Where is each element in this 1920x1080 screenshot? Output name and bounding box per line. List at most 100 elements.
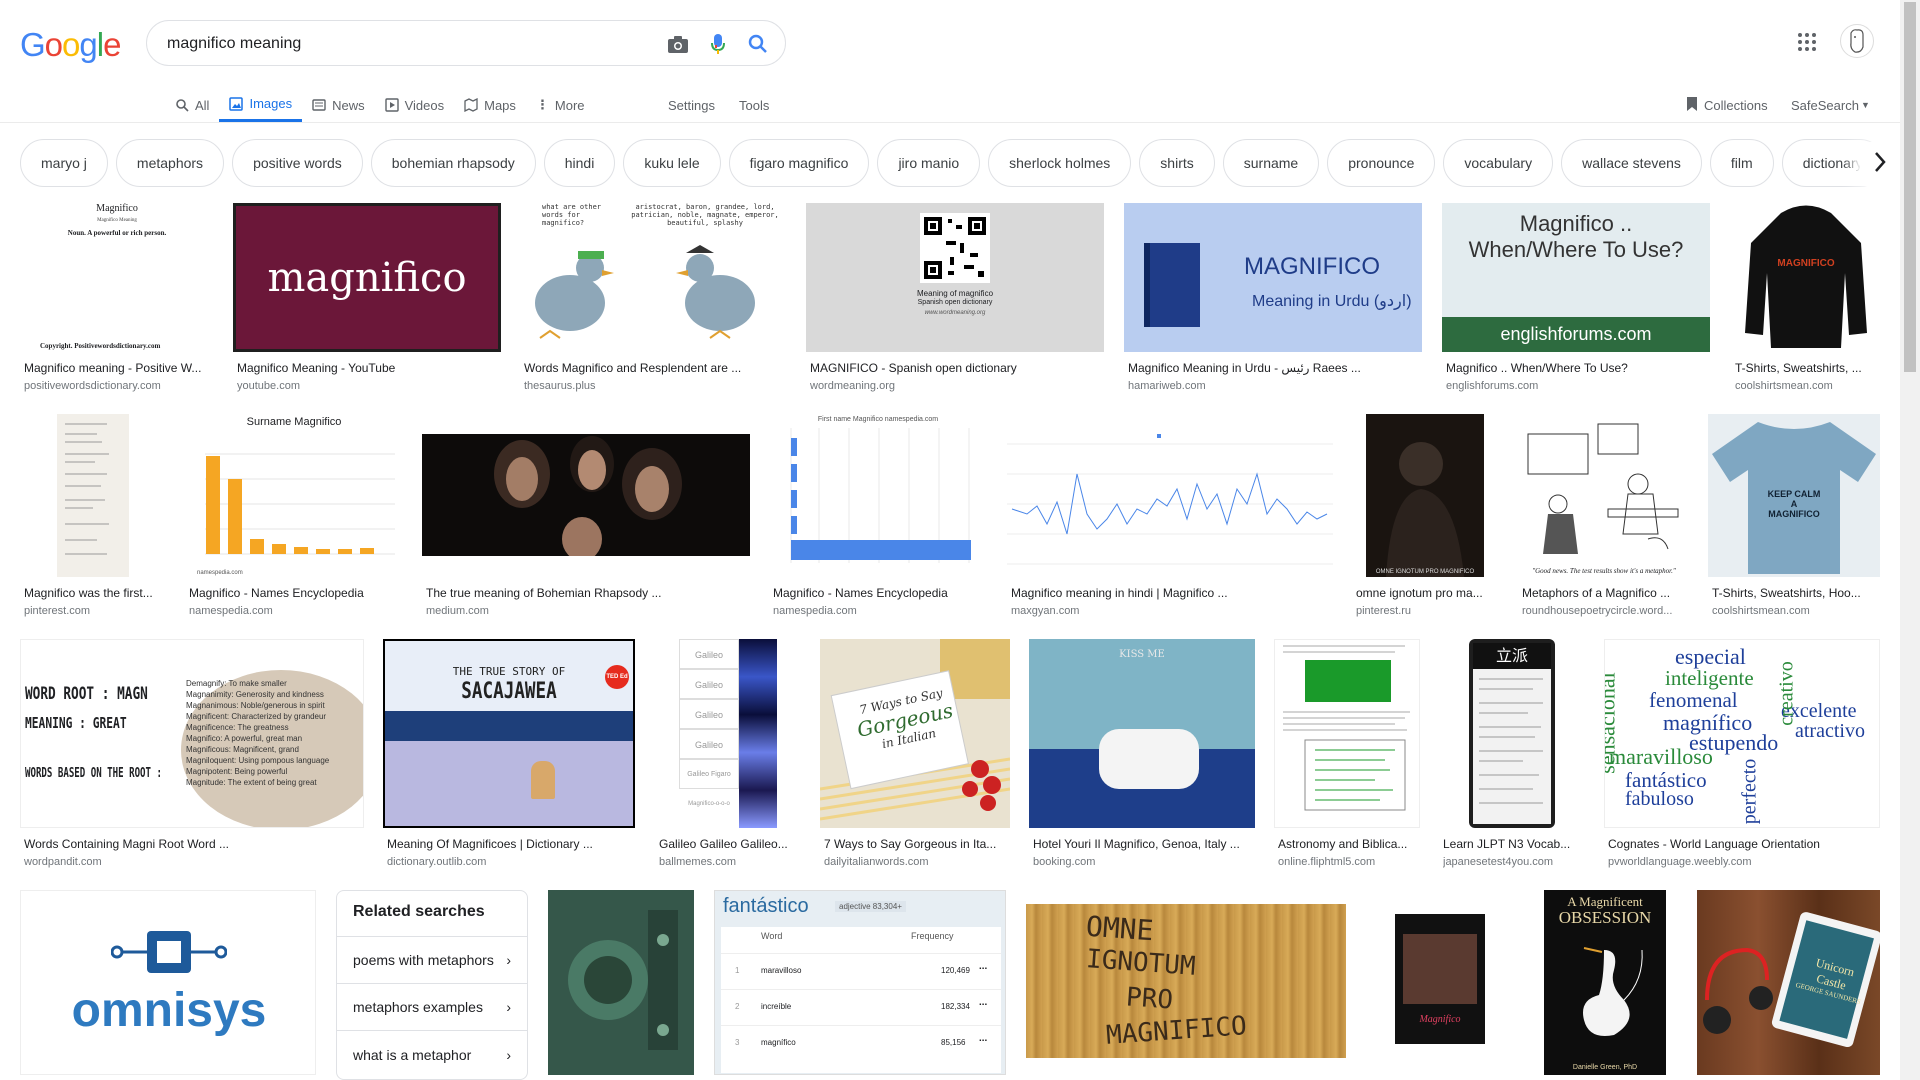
chip[interactable]: vocabulary: [1443, 139, 1554, 187]
result-thumbnail[interactable]: what are other words for magnifico? aris…: [520, 203, 786, 352]
scrollbar-thumb[interactable]: [1904, 2, 1916, 372]
result-thumbnail[interactable]: [422, 414, 750, 577]
chip[interactable]: wallace stevens: [1561, 139, 1702, 187]
image-result[interactable]: [548, 890, 694, 1080]
account-avatar[interactable]: [1840, 24, 1874, 58]
result-caption[interactable]: Cognates - World Language Orientation: [1608, 837, 1878, 851]
result-caption[interactable]: Magnifico - Names Encyclopedia: [189, 586, 403, 600]
result-thumbnail[interactable]: OMNE IGNOTUM PRO MAGNIFICO: [1366, 414, 1484, 577]
result-caption[interactable]: Words Containing Magni Root Word ...: [24, 837, 362, 851]
result-thumbnail[interactable]: WORD ROOT : MAGN MEANING : GREAT WORDS B…: [20, 639, 364, 828]
related-search-item[interactable]: metaphors examples ›: [337, 984, 527, 1031]
result-caption[interactable]: Words Magnifico and Resplendent are ...: [524, 361, 780, 375]
chip[interactable]: kuku lele: [623, 139, 721, 187]
result-thumbnail[interactable]: fantástico adjective 83,304+ Word Freque…: [714, 890, 1006, 1075]
result-caption[interactable]: omne ignotum pro ma...: [1356, 586, 1496, 600]
tab-news[interactable]: News: [302, 88, 375, 122]
result-thumbnail[interactable]: [1007, 414, 1333, 577]
chip[interactable]: film: [1709, 139, 1774, 187]
result-caption[interactable]: Magnifico was the first...: [24, 586, 164, 600]
tab-all[interactable]: All: [165, 88, 219, 122]
related-search-item[interactable]: poems with metaphors ›: [337, 937, 527, 984]
search-input[interactable]: [167, 33, 637, 55]
collections-button[interactable]: Collections: [1686, 88, 1768, 122]
tab-more[interactable]: ⋮ More: [526, 88, 595, 122]
camera-icon[interactable]: [665, 31, 691, 57]
result-thumbnail[interactable]: 7 Ways to Say Gorgeous in Italian: [820, 639, 1010, 828]
result-thumbnail[interactable]: A Magnificent OBSESSION Danielle Green, …: [1544, 890, 1666, 1075]
result-thumbnail[interactable]: [20, 414, 166, 577]
frequency-row[interactable]: 1 maravilloso 120,469 ⋯: [721, 953, 1001, 989]
result-thumbnail[interactable]: Galileo Galileo Galileo Galileo Galileo …: [655, 639, 801, 828]
result-caption[interactable]: 7 Ways to Say Gorgeous in Ita...: [824, 837, 1008, 851]
image-result[interactable]: omnisys: [20, 890, 316, 1080]
result-caption[interactable]: The true meaning of Bohemian Rhapsody ..…: [426, 586, 748, 600]
frequency-row[interactable]: 3 magnífico 85,156 ⋯: [721, 1025, 1001, 1061]
chip[interactable]: jiro manio: [877, 139, 981, 187]
result-caption[interactable]: Metaphors of a Magnifico ...: [1522, 586, 1688, 600]
result-caption[interactable]: Magnifico Meaning - YouTube: [237, 361, 497, 375]
result-thumbnail[interactable]: THE TRUE STORY OF SACAJAWEA TED Ed: [383, 639, 635, 828]
tab-images[interactable]: Images: [219, 88, 303, 122]
result-thumbnail[interactable]: [1274, 639, 1420, 828]
chip[interactable]: bohemian rhapsody: [370, 139, 536, 187]
result-caption[interactable]: Astronomy and Biblica...: [1278, 837, 1418, 851]
result-thumbnail[interactable]: omnisys: [20, 890, 316, 1075]
chip[interactable]: surname: [1222, 139, 1320, 187]
tools-link[interactable]: Tools: [739, 88, 769, 122]
chip[interactable]: figaro magnifico: [728, 139, 870, 187]
result-thumbnail[interactable]: KEEP CALM A MAGNIFICO: [1708, 414, 1880, 577]
chip[interactable]: positive words: [232, 139, 363, 187]
chip-scroll-next-button[interactable]: [1860, 142, 1900, 186]
google-logo[interactable]: Google: [20, 26, 121, 64]
search-icon[interactable]: [745, 31, 771, 57]
result-caption[interactable]: T-Shirts, Sweatshirts, Hoo...: [1712, 586, 1878, 600]
result-thumbnail[interactable]: Surname Magnifico namespedia.com: [185, 414, 403, 577]
related-search-item[interactable]: what is a metaphor ›: [337, 1031, 527, 1078]
image-result[interactable]: OMNE IGNOTUM PRO MAGNIFICO: [1026, 890, 1346, 1080]
result-thumbnail[interactable]: OMNE IGNOTUM PRO MAGNIFICO: [1026, 904, 1346, 1058]
result-thumbnail[interactable]: especial inteligente fenomenal magnífico…: [1604, 639, 1880, 828]
frequency-row[interactable]: 2 increíble 182,334 ⋯: [721, 989, 1001, 1025]
result-thumbnail[interactable]: MAGNIFICO: [1731, 203, 1881, 352]
result-caption[interactable]: Galileo Galileo Galileo...: [659, 837, 799, 851]
safesearch-button[interactable]: SafeSearch ▼: [1791, 88, 1870, 122]
result-thumbnail[interactable]: Magnifico: [1367, 890, 1513, 1075]
result-thumbnail[interactable]: Unicorn Castle GEORGE SAUNDERS: [1697, 890, 1880, 1075]
result-thumbnail[interactable]: KISS ME: [1029, 639, 1255, 828]
image-result[interactable]: fantástico adjective 83,304+ Word Freque…: [714, 890, 1006, 1080]
result-thumbnail[interactable]: [548, 890, 694, 1075]
result-thumbnail[interactable]: Magnifico .. When/Where To Use? englishf…: [1442, 203, 1710, 352]
chip[interactable]: hindi: [543, 139, 616, 187]
result-caption[interactable]: MAGNIFICO - Spanish open dictionary: [810, 361, 1100, 375]
result-caption[interactable]: Learn JLPT N3 Vocab...: [1443, 837, 1583, 851]
chip[interactable]: sherlock holmes: [988, 139, 1132, 187]
result-thumbnail[interactable]: magnifico: [233, 203, 501, 352]
settings-link[interactable]: Settings: [668, 88, 715, 122]
result-caption[interactable]: Magnifico - Names Encyclopedia: [773, 586, 987, 600]
result-thumbnail[interactable]: 立派: [1439, 639, 1585, 828]
result-caption[interactable]: Magnifico Meaning in Urdu - رئیس Raees .…: [1128, 361, 1418, 375]
result-caption[interactable]: T-Shirts, Sweatshirts, ...: [1735, 361, 1881, 375]
chip[interactable]: metaphors: [115, 139, 225, 187]
image-result[interactable]: A Magnificent OBSESSION Danielle Green, …: [1532, 890, 1678, 1080]
tab-maps[interactable]: Maps: [454, 88, 526, 122]
result-caption[interactable]: Meaning Of Magnificoes | Dictionary ...: [387, 837, 633, 851]
microphone-icon[interactable]: [705, 31, 731, 57]
result-caption[interactable]: Magnifico meaning in hindi | Magnifico .…: [1011, 586, 1331, 600]
result-thumbnail[interactable]: MAGNIFICO Meaning in Urdu (اردو): [1124, 203, 1422, 352]
page-scrollbar[interactable]: [1900, 0, 1920, 1080]
result-caption[interactable]: Magnifico meaning - Positive W...: [24, 361, 214, 375]
image-result[interactable]: Magnifico: [1367, 890, 1513, 1080]
result-thumbnail[interactable]: Magnifico Magnifico Meaning Noun. A powe…: [20, 203, 214, 352]
result-thumbnail[interactable]: First name Magnifico namespedia.com: [769, 414, 987, 577]
tab-videos[interactable]: Videos: [375, 88, 455, 122]
chip[interactable]: shirts: [1139, 139, 1215, 187]
apps-grid-icon[interactable]: [1795, 30, 1819, 54]
result-caption[interactable]: Hotel Youri Il Magnifico, Genoa, Italy .…: [1033, 837, 1253, 851]
chip[interactable]: pronounce: [1327, 139, 1436, 187]
image-result[interactable]: Unicorn Castle GEORGE SAUNDERS: [1697, 890, 1880, 1080]
chip[interactable]: maryo j: [20, 139, 108, 187]
result-caption[interactable]: Magnifico .. When/Where To Use?: [1446, 361, 1706, 375]
result-thumbnail[interactable]: "Good news. The test results show it's a…: [1518, 414, 1690, 577]
